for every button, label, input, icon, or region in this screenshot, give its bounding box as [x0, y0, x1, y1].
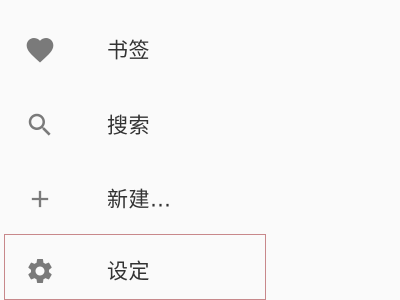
menu-item-label: 新建…	[107, 187, 172, 212]
menu-item-label: 搜索	[107, 113, 150, 138]
selection-highlight	[4, 234, 266, 300]
search-icon	[24, 109, 56, 141]
menu-item-search[interactable]: 搜索	[0, 97, 400, 153]
context-menu: 书签 搜索 新建… 设定	[0, 0, 400, 300]
menu-item-bookmarks[interactable]: 书签	[0, 22, 400, 78]
menu-item-label: 书签	[107, 38, 150, 63]
plus-icon	[24, 183, 56, 215]
menu-item-new[interactable]: 新建…	[0, 171, 400, 227]
heart-icon	[24, 34, 56, 66]
